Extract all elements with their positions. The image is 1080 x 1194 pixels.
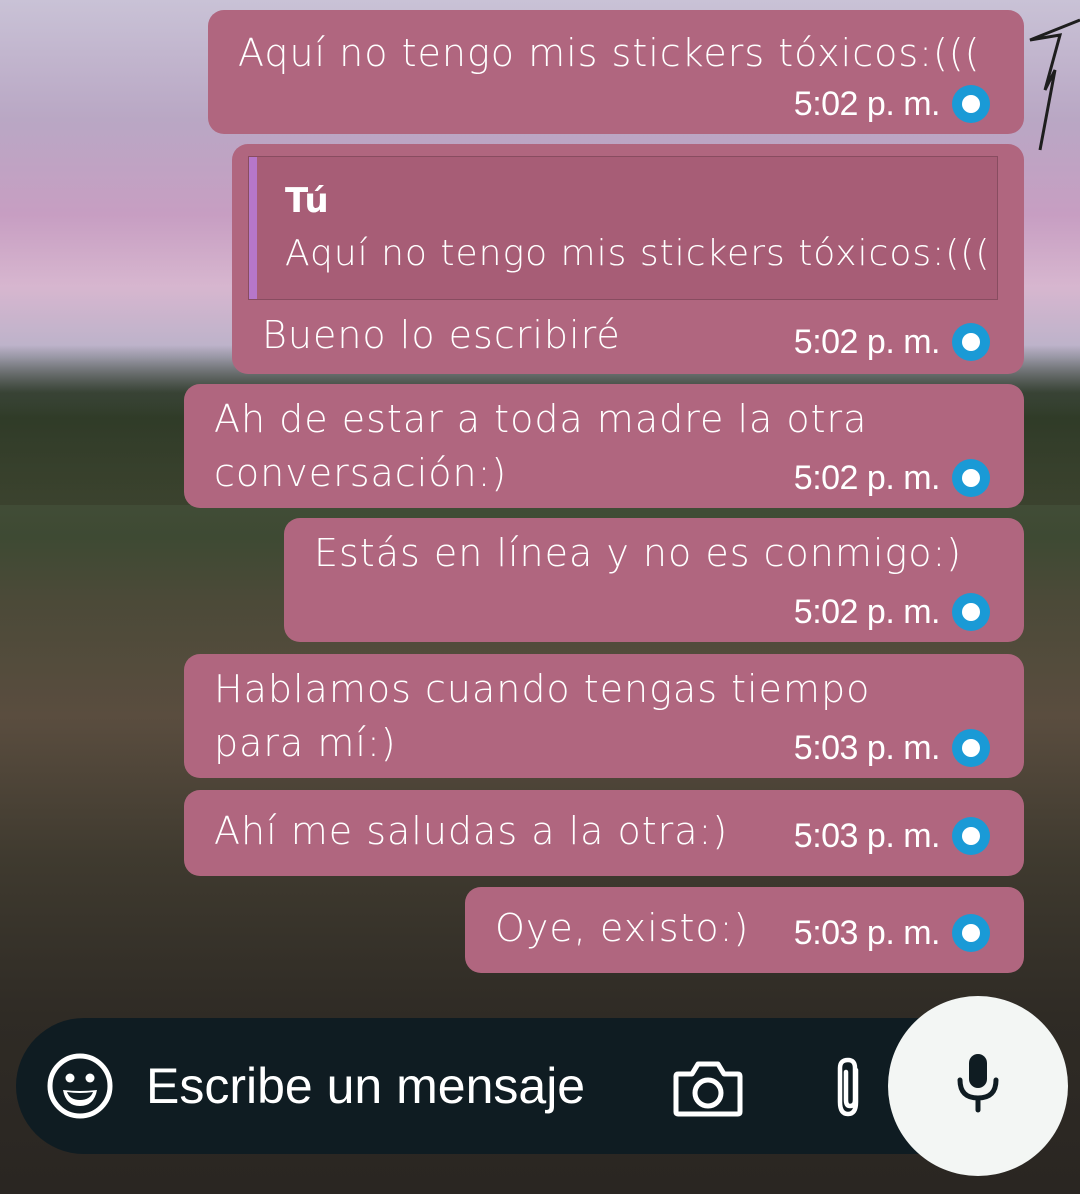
- message-text: Aquí no tengo mis stickers tóxicos:(((: [238, 31, 981, 75]
- microphone-button[interactable]: [888, 996, 1068, 1176]
- message-text: Ah de estar a toda madre la otra convers…: [214, 397, 868, 495]
- message-meta: 5:03 p. m.: [794, 814, 990, 858]
- message-time: 5:02 p. m.: [793, 458, 941, 497]
- sent-status-icon: [952, 729, 990, 767]
- sent-status-icon: [952, 459, 990, 497]
- message-composer: Escribe un mensaje: [16, 1018, 1016, 1154]
- emoji-icon[interactable]: [46, 1052, 114, 1120]
- quoted-text: Aquí no tengo mis stickers tóxicos:(((: [285, 233, 991, 274]
- message-time: 5:03 p. m.: [793, 913, 941, 952]
- sent-status-icon: [952, 323, 990, 361]
- camera-icon[interactable]: [672, 1058, 744, 1118]
- message-time: 5:02 p. m.: [793, 592, 941, 631]
- message-time: 5:02 p. m.: [793, 84, 941, 123]
- message-text: Ahí me saludas a la otra:): [214, 809, 729, 853]
- message-bubble[interactable]: Ahí me saludas a la otra:) 5:03 p. m.: [184, 790, 1024, 876]
- sent-status-icon: [952, 593, 990, 631]
- message-input[interactable]: Escribe un mensaje: [146, 1056, 585, 1116]
- message-text: Bueno lo escribiré: [262, 313, 621, 357]
- message-meta: 5:02 p. m.: [794, 320, 990, 364]
- message-bubble[interactable]: Oye, existo:) 5:03 p. m.: [465, 887, 1024, 973]
- sent-status-icon: [952, 817, 990, 855]
- message-bubble[interactable]: Tú Aquí no tengo mis stickers tóxicos:((…: [232, 144, 1024, 374]
- message-bubble[interactable]: Estás en línea y no es conmigo:) 5:02 p.…: [284, 518, 1024, 642]
- microphone-icon: [957, 1054, 999, 1113]
- sent-status-icon: [952, 914, 990, 952]
- attach-icon[interactable]: [828, 1056, 868, 1120]
- message-meta: 5:03 p. m.: [794, 726, 990, 770]
- message-text: Estás en línea y no es conmigo:): [314, 531, 963, 575]
- message-bubble[interactable]: Hablamos cuando tengas tiempo para mí:) …: [184, 654, 1024, 778]
- message-meta: 5:03 p. m.: [794, 911, 990, 955]
- message-meta: 5:02 p. m.: [794, 82, 990, 126]
- message-bubble[interactable]: Aquí no tengo mis stickers tóxicos:((( 5…: [208, 10, 1024, 134]
- message-time: 5:03 p. m.: [793, 728, 941, 767]
- sent-status-icon: [952, 85, 990, 123]
- message-bubble[interactable]: Ah de estar a toda madre la otra convers…: [184, 384, 1024, 508]
- message-time: 5:03 p. m.: [793, 816, 941, 855]
- quoted-author: Tú: [285, 181, 329, 221]
- quote-accent-bar: [249, 157, 257, 299]
- quoted-message[interactable]: Tú Aquí no tengo mis stickers tóxicos:((…: [248, 156, 998, 300]
- message-meta: 5:02 p. m.: [794, 456, 990, 500]
- message-text: Oye, existo:): [495, 906, 750, 950]
- message-text: Hablamos cuando tengas tiempo para mí:): [214, 667, 871, 765]
- message-meta: 5:02 p. m.: [794, 590, 990, 634]
- message-time: 5:02 p. m.: [793, 322, 941, 361]
